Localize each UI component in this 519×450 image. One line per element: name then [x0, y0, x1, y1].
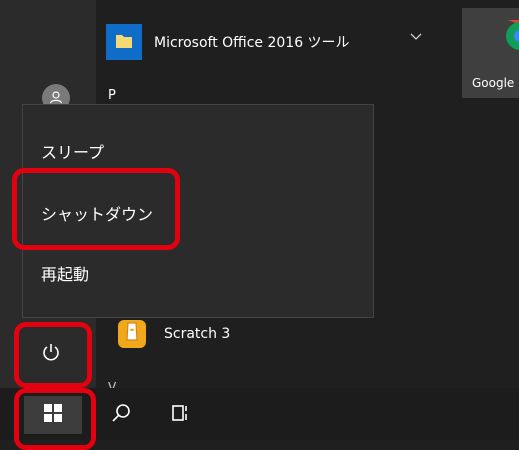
- tile-google[interactable]: Google: [462, 8, 519, 98]
- tile-label: Google: [472, 76, 515, 90]
- restart-menu-item[interactable]: 再起動: [41, 261, 89, 285]
- task-view-button[interactable]: [166, 400, 196, 430]
- scratch-tile: [118, 320, 146, 348]
- shutdown-menu-item[interactable]: シャットダウン: [41, 201, 153, 225]
- chrome-icon: [462, 20, 519, 72]
- windows-logo-icon: [43, 403, 63, 427]
- power-menu: スリープ シャットダウン 再起動: [22, 104, 374, 318]
- task-view-icon: [170, 402, 192, 428]
- search-button[interactable]: [106, 400, 136, 430]
- section-header-p[interactable]: P: [108, 88, 116, 103]
- app-group-office-tools[interactable]: Microsoft Office 2016 ツール: [106, 20, 350, 64]
- office-tools-tile: [106, 24, 142, 60]
- folder-icon: [113, 29, 135, 55]
- search-icon: [110, 402, 132, 428]
- app-label: Microsoft Office 2016 ツール: [154, 35, 350, 51]
- app-label: Scratch 3: [164, 326, 231, 342]
- power-button[interactable]: [24, 332, 78, 376]
- chevron-down-icon[interactable]: [410, 30, 422, 44]
- app-scratch[interactable]: Scratch 3: [118, 317, 230, 351]
- power-icon: [41, 342, 61, 366]
- scratch-icon: [123, 321, 141, 347]
- sleep-menu-item[interactable]: スリープ: [41, 139, 104, 163]
- start-button[interactable]: [24, 396, 82, 434]
